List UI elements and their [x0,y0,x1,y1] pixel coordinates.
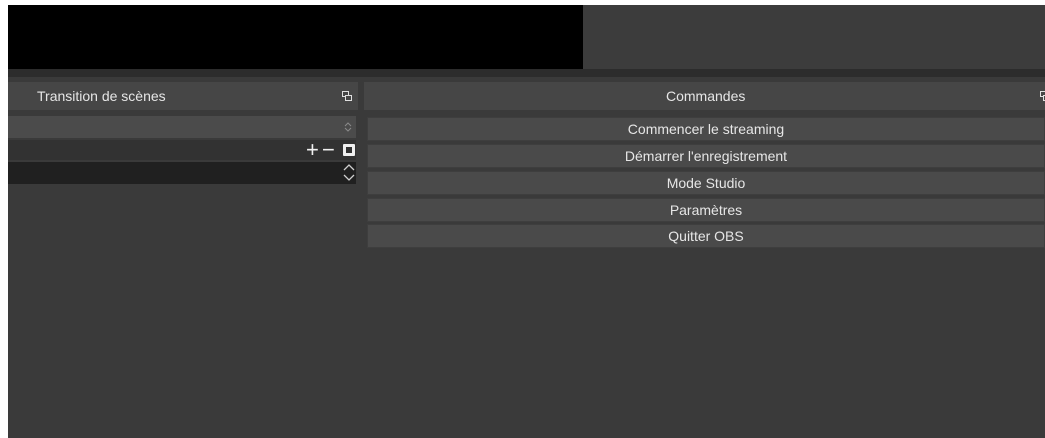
controls-dock-titlebar[interactable]: Commandes [364,82,1045,110]
remove-transition-button[interactable]: − [322,139,335,161]
start-streaming-button[interactable]: Commencer le streaming [367,117,1045,141]
dock-splitter[interactable] [8,69,1045,77]
transitions-dock-titlebar[interactable]: Transition de scènes [8,82,358,110]
preview-canvas[interactable] [8,5,583,69]
duration-field[interactable] [8,162,356,184]
controls-dock-title: Commandes [666,88,746,104]
exit-button[interactable]: Quitter OBS [367,224,1045,248]
chevron-down-icon[interactable] [343,162,355,184]
add-transition-button[interactable]: + [306,139,319,161]
transition-toolbar: + − [8,139,356,161]
transition-select[interactable] [8,116,356,138]
studio-mode-button[interactable]: Mode Studio [367,171,1045,195]
float-icon[interactable] [342,91,352,101]
preview-area-empty [583,5,1045,69]
settings-button[interactable]: Paramètres [367,198,1045,222]
obs-main-window: Transition de scènes + − Commandes Comme… [8,5,1045,438]
start-recording-button[interactable]: Démarrer l'enregistrement [367,144,1045,168]
properties-icon[interactable] [342,143,356,157]
float-icon[interactable] [1040,91,1045,101]
spinner-icon[interactable] [342,121,354,133]
transitions-dock-title: Transition de scènes [37,88,166,104]
